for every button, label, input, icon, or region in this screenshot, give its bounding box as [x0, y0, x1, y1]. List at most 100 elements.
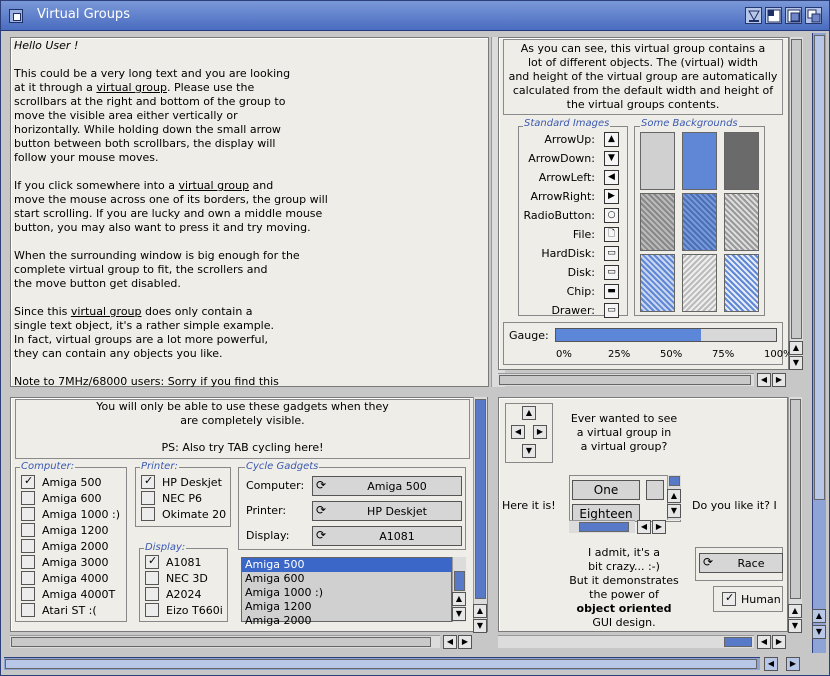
cycle-icon: ⟳ [316, 503, 327, 517]
list-item[interactable]: Amiga 2000 [242, 614, 451, 628]
scroll-left-icon[interactable]: ◀ [757, 373, 771, 387]
computer-checkbox[interactable] [21, 587, 35, 601]
depth-icon[interactable] [805, 7, 822, 24]
cycle-gadget[interactable]: ⟳ A1081 [312, 526, 462, 546]
list-item[interactable]: Amiga 1200 [242, 600, 451, 614]
nested-horizontal-scrollbar[interactable] [498, 635, 754, 648]
window-scroll-left-icon[interactable]: ◀ [764, 657, 778, 671]
cycle-value: Amiga 500 [367, 480, 427, 493]
printer-checkbox[interactable] [141, 474, 155, 489]
scroll-down-icon[interactable]: ▼ [789, 356, 803, 370]
nested-hscroll-knob[interactable] [724, 637, 752, 647]
inner-button[interactable] [646, 480, 664, 500]
window-scroll-right-icon[interactable]: ▶ [786, 657, 800, 671]
standard-image-icon: ▬ [604, 284, 619, 299]
inner-scroll-down-icon[interactable]: ▼ [667, 504, 681, 518]
one-button[interactable]: One [572, 480, 640, 500]
nested-scroll-down-icon[interactable]: ▼ [788, 619, 802, 633]
inner-scroll-right-icon[interactable]: ▶ [652, 520, 666, 534]
cycle-gadget[interactable]: ⟳ HP Deskjet [312, 501, 462, 521]
nested-vertical-scrollbar[interactable] [788, 397, 802, 632]
iconify-icon[interactable] [745, 7, 762, 24]
inner-horizontal-scrollbar[interactable] [569, 520, 635, 533]
scroll-up-icon[interactable]: ▲ [789, 341, 803, 355]
computer-listview[interactable]: Amiga 500 Amiga 600 Amiga 1000 :) Amiga 120… [241, 557, 452, 627]
admit-text: I admit, it's a bit crazy... :-) But it de… [557, 546, 691, 602]
gadgets-vscroll-knob[interactable] [475, 399, 486, 599]
gadgets-horizontal-scrollbar[interactable] [10, 635, 440, 648]
display-checkbox[interactable] [145, 603, 159, 617]
inner-scroll-up-icon[interactable]: ▲ [667, 489, 681, 503]
gadgets-scroll-right-icon[interactable]: ▶ [458, 635, 472, 649]
human-label: Human [741, 593, 781, 606]
computer-checkbox[interactable] [21, 539, 35, 553]
objects-vertical-scrollbar[interactable] [789, 37, 803, 370]
image-label: Chip: [566, 285, 595, 298]
list-scroll-up-icon[interactable]: ▲ [452, 592, 466, 606]
inner-virtual-group[interactable]: One Eighteen [569, 475, 681, 522]
title-bar[interactable]: Virtual Groups [1, 1, 829, 31]
nested-scroll-left-icon[interactable]: ◀ [757, 635, 771, 649]
text-segment: move the visible area either vertically … [14, 109, 238, 122]
gauge-tick-label: 0% [556, 349, 572, 360]
display-checkbox[interactable] [145, 587, 159, 601]
computer-checkbox[interactable] [21, 491, 35, 505]
scroll-right-icon[interactable]: ▶ [772, 373, 786, 387]
computer-checkbox[interactable] [21, 571, 35, 585]
arrow-down-icon[interactable]: ▼ [522, 444, 536, 458]
gadgets-scroll-down-icon[interactable]: ▼ [473, 619, 487, 633]
cycle-gadget[interactable]: ⟳ Amiga 500 [312, 476, 462, 496]
snapshot-icon[interactable] [785, 7, 802, 24]
computer-checkbox[interactable] [21, 523, 35, 537]
window-scroll-up-icon[interactable]: ▲ [812, 609, 826, 623]
printer-checkbox[interactable] [141, 507, 155, 521]
list-item[interactable]: Amiga 500 [242, 558, 451, 572]
computer-checkbox[interactable] [21, 603, 35, 617]
list-scroll-down-icon[interactable]: ▼ [452, 607, 466, 621]
listview-scroll-knob[interactable] [454, 571, 465, 591]
inner-scroll-left-icon[interactable]: ◀ [637, 520, 651, 534]
bg-swatch [724, 193, 759, 251]
close-icon[interactable] [9, 9, 23, 23]
window-vertical-scrollbar[interactable] [812, 33, 826, 653]
objects-hscroll-knob[interactable] [499, 375, 751, 385]
display-checkbox[interactable] [145, 554, 159, 569]
arrow-right-icon[interactable]: ▶ [533, 425, 547, 439]
gadgets-vertical-scrollbar[interactable] [473, 397, 487, 632]
computer-checkbox[interactable] [21, 555, 35, 569]
objects-horizontal-scrollbar[interactable] [498, 373, 754, 386]
arrow-left-icon[interactable]: ◀ [511, 425, 525, 439]
window-hscroll-knob[interactable] [5, 659, 757, 669]
gadgets-hscroll-knob[interactable] [11, 637, 431, 647]
computer-checkbox[interactable] [21, 474, 35, 489]
text-segment: horizontally. While holding down the sma… [14, 123, 281, 136]
window-vscroll-knob[interactable] [814, 35, 825, 500]
zoom-icon[interactable] [765, 7, 782, 24]
window-scroll-down-icon[interactable]: ▼ [812, 625, 826, 639]
text-segment: complete virtual group to fit, the scrol… [14, 263, 268, 276]
window-horizontal-scrollbar[interactable] [4, 657, 760, 670]
list-item[interactable]: Amiga 600 [242, 572, 451, 586]
arrow-up-icon[interactable]: ▲ [522, 406, 536, 420]
printer-checkbox[interactable] [141, 491, 155, 505]
intro-line: lot of different objects. The (virtual) … [527, 56, 759, 69]
race-cycle[interactable]: ⟳ Race [699, 553, 783, 573]
inner-vscroll-knob[interactable] [669, 476, 680, 486]
display-checkbox[interactable] [145, 571, 159, 585]
computer-label: Amiga 3000 [42, 556, 109, 569]
bg-swatch [724, 132, 759, 190]
gui-text: GUI design. [592, 616, 656, 629]
human-checkbox[interactable] [722, 591, 736, 606]
gadgets-scroll-left-icon[interactable]: ◀ [443, 635, 457, 649]
list-item[interactable]: Amiga 1000 :) [242, 586, 451, 600]
nested-vscroll-knob[interactable] [790, 399, 801, 599]
window: Virtual Groups Hello User ! This could be… [0, 0, 830, 676]
nested-scroll-right-icon[interactable]: ▶ [772, 635, 786, 649]
gauge-fill [556, 329, 702, 341]
inner-hscroll-knob[interactable] [579, 522, 629, 532]
objects-vscroll-knob[interactable] [791, 39, 802, 339]
gadgets-scroll-up-icon[interactable]: ▲ [473, 604, 487, 618]
cycle-group-label: Cycle Gadgets [245, 461, 320, 472]
nested-scroll-up-icon[interactable]: ▲ [788, 604, 802, 618]
computer-checkbox[interactable] [21, 507, 35, 521]
